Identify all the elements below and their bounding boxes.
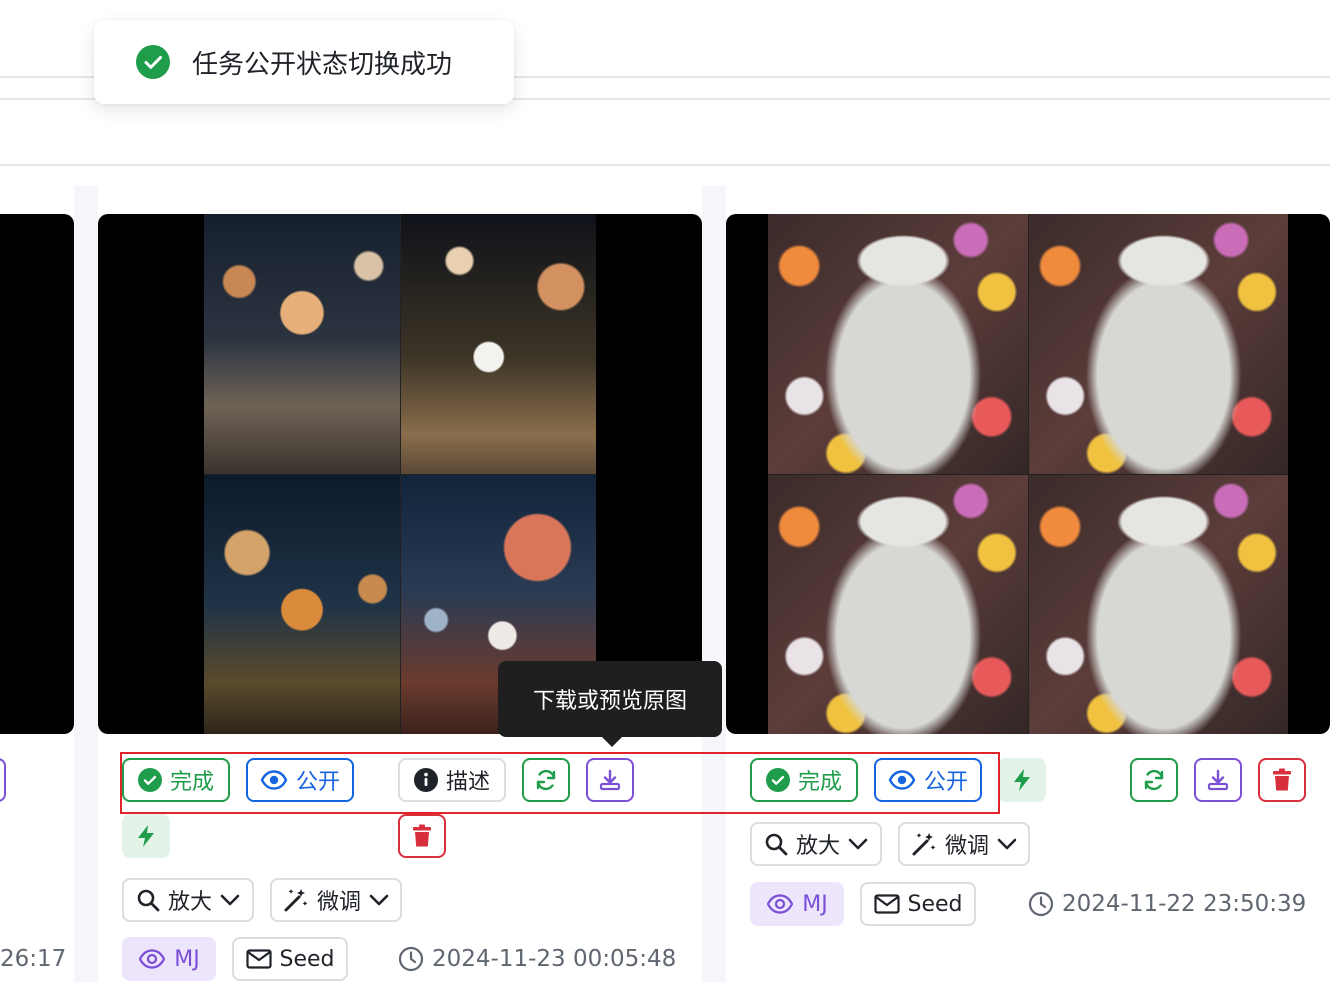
upscale-label: 放大 xyxy=(167,890,212,915)
clock-icon xyxy=(1028,891,1054,917)
image-variant-1 xyxy=(204,214,400,474)
image-variant-2 xyxy=(1028,214,1288,474)
success-toast: 任务公开状态切换成功 xyxy=(94,20,514,104)
vary-label: 微调 xyxy=(944,834,989,859)
model-label: MJ xyxy=(174,946,200,972)
download-button[interactable] xyxy=(1194,758,1242,802)
highlight-annotation-box xyxy=(120,752,1000,814)
eye-icon xyxy=(767,894,794,914)
search-icon xyxy=(765,833,788,856)
middle-task-image[interactable] xyxy=(98,214,702,734)
image-variant-1 xyxy=(768,214,1028,474)
chevron-down-icon xyxy=(369,894,389,906)
left-task-image[interactable] xyxy=(0,214,74,734)
upscale-label: 放大 xyxy=(795,834,840,859)
image-variant-2 xyxy=(400,214,596,474)
image-variant-3 xyxy=(768,474,1028,734)
time-text: 2024-11-22 23:50:39 xyxy=(1062,891,1307,917)
envelope-icon xyxy=(873,894,900,914)
left-task-time: 26:17 xyxy=(0,946,66,972)
lightning-icon xyxy=(138,825,154,847)
model-tag[interactable]: MJ xyxy=(122,937,216,981)
seed-label: Seed xyxy=(279,946,335,972)
refresh-button[interactable] xyxy=(1130,758,1178,802)
clock-icon xyxy=(398,946,424,972)
seed-button[interactable]: Seed xyxy=(232,937,348,981)
header-divider-3 xyxy=(0,164,1330,166)
seed-label: Seed xyxy=(907,891,963,917)
model-label: MJ xyxy=(802,891,828,917)
eye-icon xyxy=(139,949,166,969)
vary-dropdown[interactable]: 微调 xyxy=(898,822,1030,866)
middle-task-time: 2024-11-23 00:05:48 xyxy=(398,946,676,972)
upscale-dropdown[interactable]: 放大 xyxy=(122,878,254,922)
delete-button[interactable] xyxy=(1258,758,1306,802)
fast-mode-button[interactable] xyxy=(122,814,170,858)
toast-message: 任务公开状态切换成功 xyxy=(192,49,453,80)
search-icon xyxy=(137,889,160,912)
trash-icon xyxy=(413,824,431,847)
download-tooltip: 下载或预览原图 xyxy=(498,661,722,747)
chevron-down-icon xyxy=(997,838,1017,850)
download-icon xyxy=(1207,769,1229,791)
vary-label: 微调 xyxy=(316,890,361,915)
fast-mode-button[interactable] xyxy=(998,758,1046,802)
chevron-down-icon xyxy=(848,838,868,850)
image-variant-4 xyxy=(1028,474,1288,734)
delete-button[interactable] xyxy=(398,814,446,858)
chevron-down-icon xyxy=(220,894,240,906)
model-tag[interactable]: MJ xyxy=(750,882,844,926)
envelope-icon xyxy=(245,949,272,969)
right-task-image[interactable] xyxy=(726,214,1330,734)
trash-icon xyxy=(1273,768,1291,791)
upscale-dropdown[interactable]: 放大 xyxy=(750,822,882,866)
magic-wand-icon xyxy=(912,833,936,856)
seed-button[interactable]: Seed xyxy=(860,882,976,926)
left-time-text: 26:17 xyxy=(0,946,67,972)
image-variant-3 xyxy=(204,474,400,734)
refresh-icon xyxy=(1144,769,1164,791)
vary-dropdown[interactable]: 微调 xyxy=(270,878,402,922)
check-circle-icon xyxy=(136,45,170,79)
right-task-time: 2024-11-22 23:50:39 xyxy=(1028,891,1306,917)
left-download-button[interactable] xyxy=(0,758,6,802)
tooltip-text: 下载或预览原图 xyxy=(532,689,687,714)
time-text: 2024-11-23 00:05:48 xyxy=(432,946,677,972)
magic-wand-icon xyxy=(284,889,308,912)
lightning-icon xyxy=(1014,769,1030,791)
